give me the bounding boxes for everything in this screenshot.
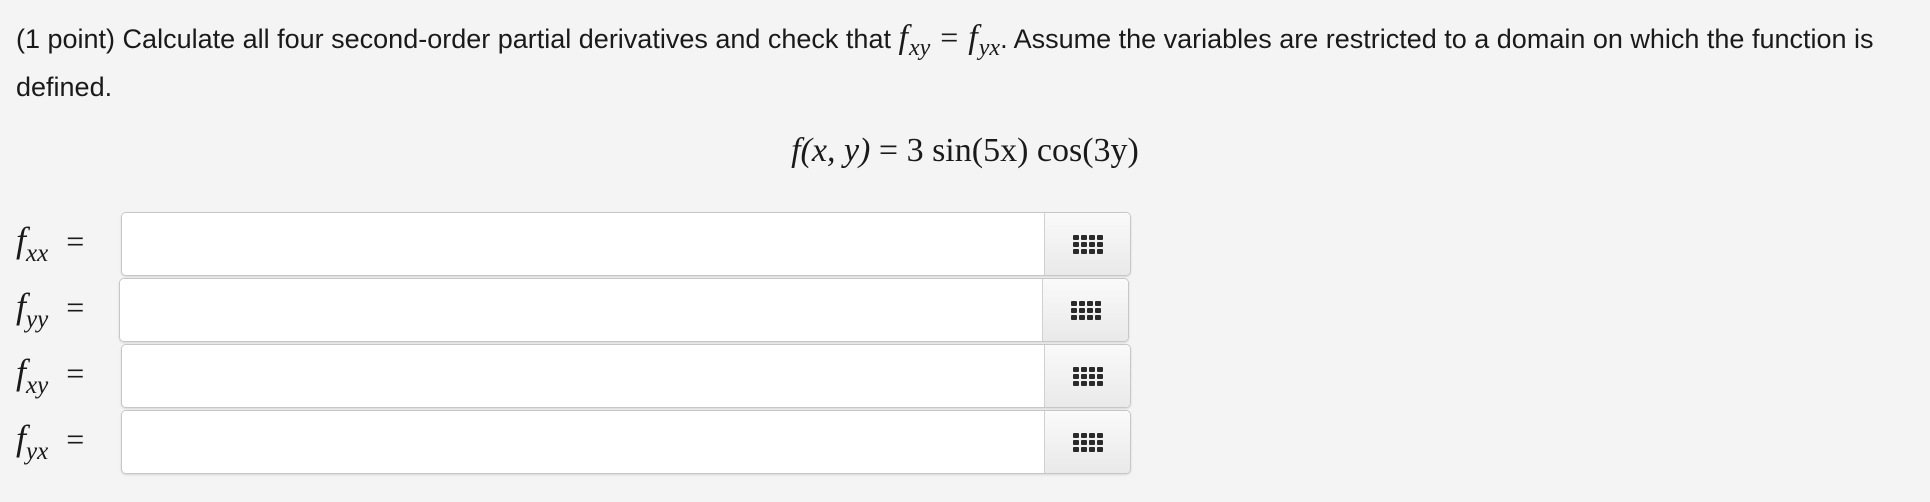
answer-row-fxx: fxx = xyxy=(0,212,1200,276)
equation-editor-button-fyx[interactable] xyxy=(1044,411,1130,473)
answer-row-fyx: fyx = xyxy=(0,410,1200,474)
answer-input-fyx[interactable] xyxy=(122,411,1044,473)
answer-label-equals: = xyxy=(66,421,85,457)
equation-editor-button-fxx[interactable] xyxy=(1044,213,1130,275)
check-rhs-subscript: yx xyxy=(978,35,1001,61)
answer-label-equals: = xyxy=(66,223,85,259)
grid-icon xyxy=(1072,366,1103,386)
answer-label-symbol: f xyxy=(16,220,27,260)
answer-label-equals: = xyxy=(66,289,85,325)
grid-icon xyxy=(1072,432,1103,452)
answer-label-subscript: yx xyxy=(26,438,49,465)
answer-label-equals: = xyxy=(66,355,85,391)
function-lhs: f(x, y) xyxy=(791,132,871,169)
check-equals: = xyxy=(940,19,959,55)
answer-label-fxy: fxy = xyxy=(16,352,85,399)
equation-editor-button-fxy[interactable] xyxy=(1044,345,1130,407)
answer-label-subscript: yy xyxy=(26,306,49,333)
answer-input-fxy[interactable] xyxy=(122,345,1044,407)
answer-box-fyx xyxy=(121,410,1131,474)
check-lhs-subscript: xy xyxy=(908,35,931,61)
problem-intro: (1 point) Calculate all four second-orde… xyxy=(16,24,891,54)
grid-icon xyxy=(1070,300,1101,320)
function-definition: f(x, y) = 3 sin(5x) cos(3y) xyxy=(0,132,1930,170)
check-rhs-symbol: f xyxy=(968,19,978,56)
answer-label-subscript: xx xyxy=(26,240,49,267)
answer-label-symbol: f xyxy=(16,418,27,458)
answer-label-symbol: f xyxy=(16,352,27,392)
answer-box-fxy xyxy=(121,344,1131,408)
answer-row-fxy: fxy = xyxy=(0,344,1200,408)
answer-label-symbol: f xyxy=(16,286,27,326)
answer-label-subscript: xy xyxy=(26,372,49,399)
equation-editor-button-fyy[interactable] xyxy=(1042,279,1128,341)
problem-statement: (1 point) Calculate all four second-orde… xyxy=(16,14,1916,110)
grid-icon xyxy=(1072,234,1103,254)
check-lhs-symbol: f xyxy=(898,19,908,56)
function-rhs: 3 sin(5x) cos(3y) xyxy=(906,132,1139,169)
answer-input-fxx[interactable] xyxy=(122,213,1044,275)
answer-label-fyx: fyx = xyxy=(16,418,85,465)
answer-box-fxx xyxy=(121,212,1131,276)
answer-row-fyy: fyy = xyxy=(0,278,1200,342)
answer-label-fxx: fxx = xyxy=(16,220,85,267)
answer-label-fyy: fyy = xyxy=(16,286,85,333)
answer-input-fyy[interactable] xyxy=(120,279,1042,341)
function-equals: = xyxy=(878,132,899,169)
answer-box-fyy xyxy=(119,278,1129,342)
